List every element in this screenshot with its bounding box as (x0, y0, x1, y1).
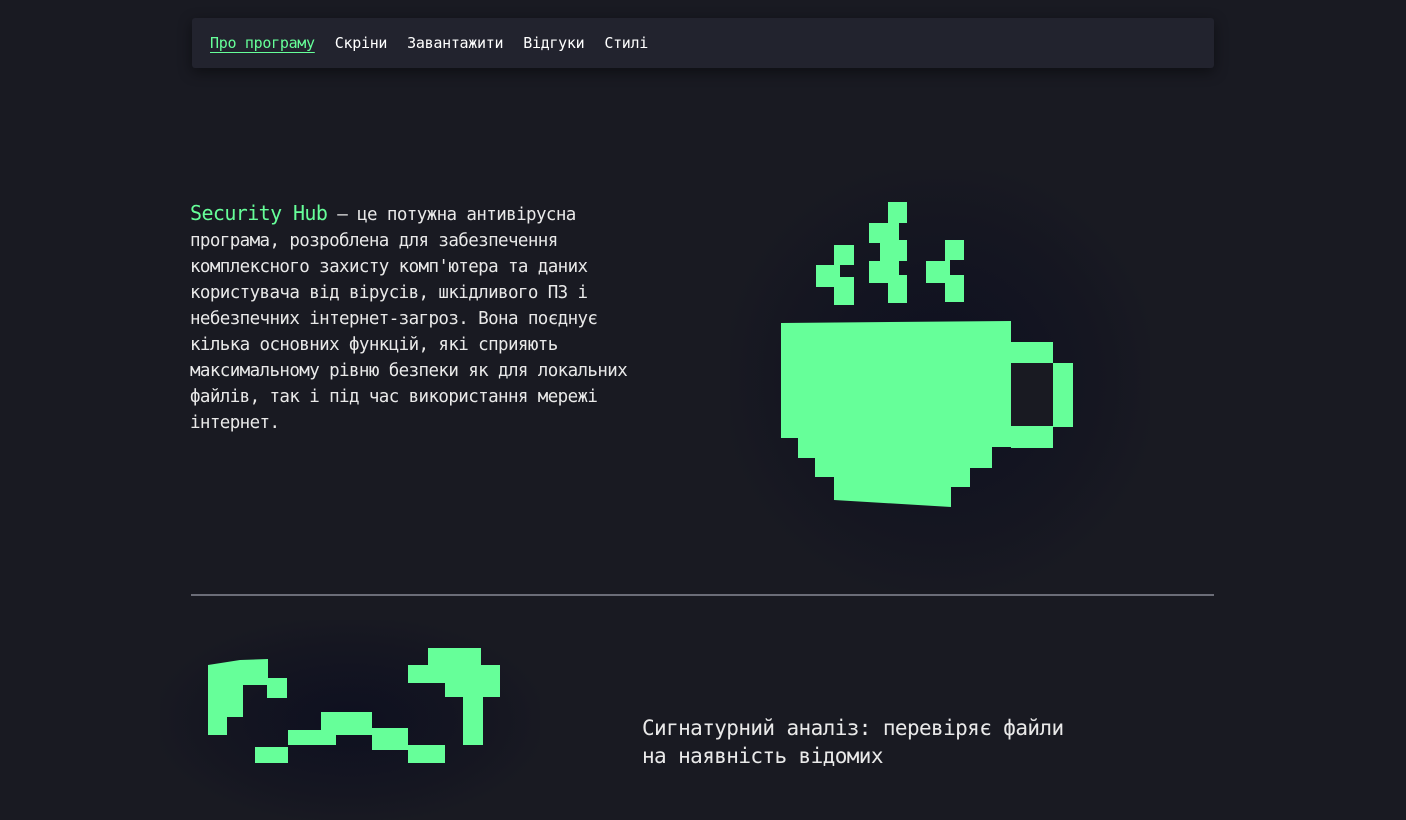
nav-link-screenshots[interactable]: Скріни (335, 34, 388, 52)
nav-link-about[interactable]: Про програму (210, 34, 315, 52)
nav-link-download[interactable]: Завантажити (407, 34, 503, 52)
coffee-cup-icon (781, 202, 1073, 507)
feature-paragraph: Сигнатурний аналіз: перевіряє файли на н… (642, 716, 1064, 768)
intro-text: — це потужна антивірусна програма, розро… (190, 205, 628, 433)
section-divider (191, 594, 1214, 596)
brand-name: Security Hub (190, 201, 328, 225)
shield-mask-icon (208, 648, 500, 763)
intro-paragraph: Security Hub — це потужна антивірусна пр… (190, 200, 630, 436)
top-navigation: Про програму Скріни Завантажити Відгуки … (192, 18, 1214, 68)
nav-link-reviews[interactable]: Відгуки (523, 34, 584, 52)
nav-link-styles[interactable]: Стилі (604, 34, 648, 52)
